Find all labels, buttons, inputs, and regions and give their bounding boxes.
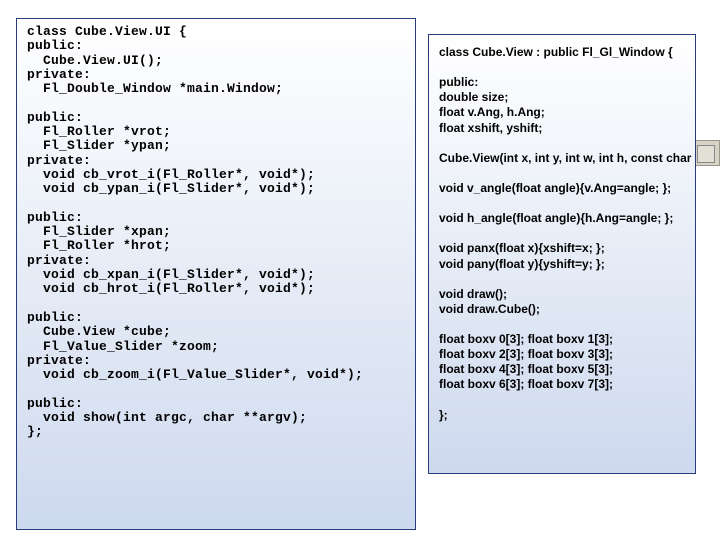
code-block-right: class Cube.View : public Fl_Gl_Window { …: [439, 45, 685, 423]
code-card-cubeviewui: class Cube.View.UI { public: Cube.View.U…: [16, 18, 416, 530]
code-block-left: class Cube.View.UI { public: Cube.View.U…: [27, 25, 405, 440]
code-card-cubeview: class Cube.View : public Fl_Gl_Window { …: [428, 34, 696, 474]
